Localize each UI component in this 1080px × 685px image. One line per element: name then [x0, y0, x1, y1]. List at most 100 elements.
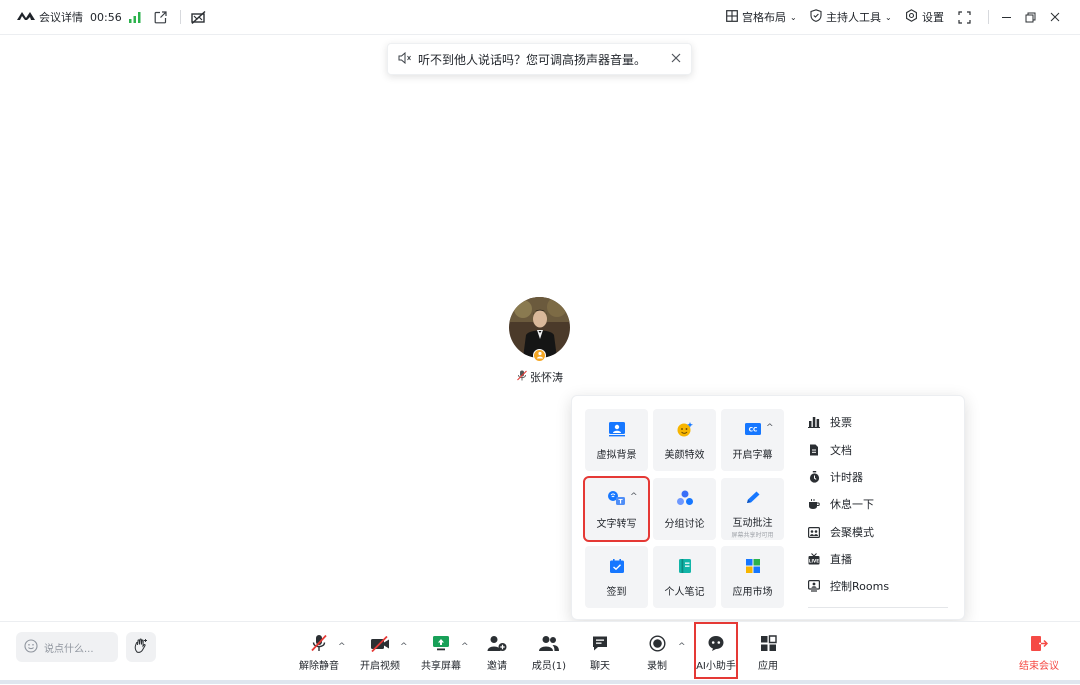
- list-item-label: 控制Rooms: [830, 580, 890, 593]
- list-item-poll[interactable]: 投票: [808, 413, 852, 431]
- tool-label: 录制: [647, 661, 667, 672]
- apps-icon: [760, 630, 777, 652]
- tile-label: 个人笔记: [664, 587, 705, 598]
- end-meeting-button[interactable]: 结束会议: [1014, 630, 1064, 674]
- tile-label: 美颜特效: [664, 450, 705, 461]
- tool-label: 成员(1): [531, 661, 567, 672]
- tool-label: 共享屏幕: [421, 661, 461, 672]
- pen-icon: [744, 490, 762, 509]
- tool-label: 应用: [758, 661, 778, 672]
- tile-sublabel: 屏幕共享时可用: [731, 532, 774, 539]
- tile-virtual-background[interactable]: 虚拟背景: [585, 409, 648, 471]
- list-item-label: 投票: [830, 416, 852, 429]
- start-video-button[interactable]: 开启视频: [356, 630, 404, 674]
- tool-label: AI小助手: [696, 661, 736, 672]
- toast-message: 听不到他人说话吗？您可调高扬声器音量。: [418, 52, 647, 67]
- tile-personal-notes[interactable]: 个人笔记: [653, 546, 716, 608]
- chevron-up-icon[interactable]: ^: [400, 642, 408, 652]
- chat-button[interactable]: 聊天: [576, 630, 624, 674]
- transcription-icon: T: [607, 490, 627, 509]
- tile-label: 互动批注: [732, 518, 773, 529]
- list-item-label: 休息一下: [830, 498, 874, 511]
- share-screen-icon: [431, 630, 451, 652]
- video-off-icon: [370, 630, 390, 652]
- members-button[interactable]: 成员(1): [525, 630, 573, 674]
- tile-label: 虚拟背景: [596, 450, 637, 461]
- chevron-up-icon[interactable]: ^: [338, 642, 346, 652]
- tile-captions[interactable]: CC 开启字幕 ^: [721, 409, 784, 471]
- tile-check-in[interactable]: 签到: [585, 546, 648, 608]
- list-item-label: 会聚模式: [830, 526, 874, 539]
- app-market-icon: [744, 558, 762, 577]
- bottom-toolbar: 说点什么... 解除静音 ^ 开启视频 ^ 共享屏幕 ^ 邀请 成员(1) 聊天…: [0, 621, 1080, 685]
- settings-button[interactable]: 设置: [905, 0, 944, 34]
- grid-icon: [726, 9, 738, 25]
- list-item-control-rooms[interactable]: 控制Rooms: [808, 577, 889, 595]
- tool-label: 聊天: [590, 661, 610, 672]
- tile-breakout-rooms[interactable]: 分组讨论: [653, 478, 716, 540]
- stopwatch-icon: [808, 471, 820, 483]
- layout-menu[interactable]: 宫格布局 ⌄: [726, 0, 797, 34]
- restore-icon[interactable]: [1025, 0, 1036, 34]
- divider: [808, 607, 948, 608]
- chevron-up-icon[interactable]: ^: [630, 492, 638, 502]
- tool-label: 解除静音: [299, 661, 339, 672]
- mic-muted-icon: [517, 370, 527, 384]
- list-item-live-stream[interactable]: LIVE 直播: [808, 550, 852, 568]
- chevron-up-icon[interactable]: ^: [766, 423, 774, 433]
- tile-label: 应用市场: [732, 587, 773, 598]
- list-item-label: 直播: [830, 553, 852, 566]
- apps-button[interactable]: 应用: [744, 630, 792, 674]
- invite-button[interactable]: 邀请: [473, 630, 521, 674]
- tile-app-market[interactable]: 应用市场: [721, 546, 784, 608]
- raise-hand-icon: [133, 638, 149, 657]
- close-icon[interactable]: [1050, 0, 1060, 34]
- together-mode-icon: [808, 526, 820, 538]
- tile-transcription[interactable]: T 文字转写 ^: [583, 476, 650, 542]
- minimize-icon[interactable]: [1001, 0, 1012, 34]
- window-bottom-edge: [0, 680, 1080, 684]
- host-tools-menu[interactable]: 主持人工具 ⌄: [810, 0, 892, 34]
- list-item-label: 计时器: [830, 471, 863, 484]
- list-item-break[interactable]: 休息一下: [808, 495, 874, 513]
- app-logo-icon: [17, 11, 35, 24]
- share-link-icon[interactable]: [154, 0, 167, 34]
- rooms-control-icon: [808, 580, 820, 592]
- coffee-cup-icon: [808, 498, 820, 510]
- members-icon: [538, 630, 560, 652]
- toast-close-icon[interactable]: [671, 52, 681, 66]
- chat-input[interactable]: 说点什么...: [16, 632, 118, 662]
- list-item-timer[interactable]: 计时器: [808, 468, 863, 486]
- network-signal-icon[interactable]: [129, 0, 141, 34]
- gear-icon: [905, 9, 918, 25]
- tile-label: 分组讨论: [664, 519, 705, 530]
- chevron-down-icon: ⌄: [790, 12, 797, 22]
- breakout-rooms-icon: [676, 490, 694, 509]
- svg-text:LIVE: LIVE: [809, 558, 819, 563]
- hide-video-icon[interactable]: [191, 0, 206, 34]
- list-item-together-mode[interactable]: 会聚模式: [808, 523, 874, 541]
- meeting-details-button[interactable]: 会议详情: [17, 0, 83, 34]
- beauty-face-icon: [676, 421, 694, 440]
- svg-text:CC: CC: [748, 427, 757, 434]
- speaker-volume-toast: 听不到他人说话吗？您可调高扬声器音量。: [387, 43, 692, 75]
- live-stream-icon: LIVE: [808, 553, 820, 565]
- virtual-background-icon: [608, 421, 626, 440]
- unmute-button[interactable]: 解除静音: [295, 630, 343, 674]
- raise-hand-button[interactable]: [126, 632, 156, 662]
- fullscreen-icon[interactable]: [958, 0, 971, 34]
- tile-beauty-effects[interactable]: 美颜特效: [653, 409, 716, 471]
- tile-annotation[interactable]: 互动批注 屏幕共享时可用: [721, 478, 784, 540]
- list-item-label: 文档: [830, 444, 852, 457]
- apps-panel: 虚拟背景 美颜特效 CC 开启字幕 ^ T 文字转写 ^ 分组讨论 互动批注 屏…: [571, 395, 965, 620]
- ai-assistant-button[interactable]: AI小助手: [694, 622, 738, 679]
- chevron-up-icon[interactable]: ^: [678, 642, 686, 652]
- bar-chart-icon: [808, 416, 820, 428]
- list-item-docs[interactable]: 文档: [808, 441, 852, 459]
- record-button[interactable]: 录制: [633, 630, 681, 674]
- chevron-up-icon[interactable]: ^: [461, 642, 469, 652]
- divider: [988, 10, 989, 24]
- tile-label: 签到: [606, 587, 627, 598]
- share-screen-button[interactable]: 共享屏幕: [417, 630, 465, 674]
- exit-icon: [1030, 630, 1048, 652]
